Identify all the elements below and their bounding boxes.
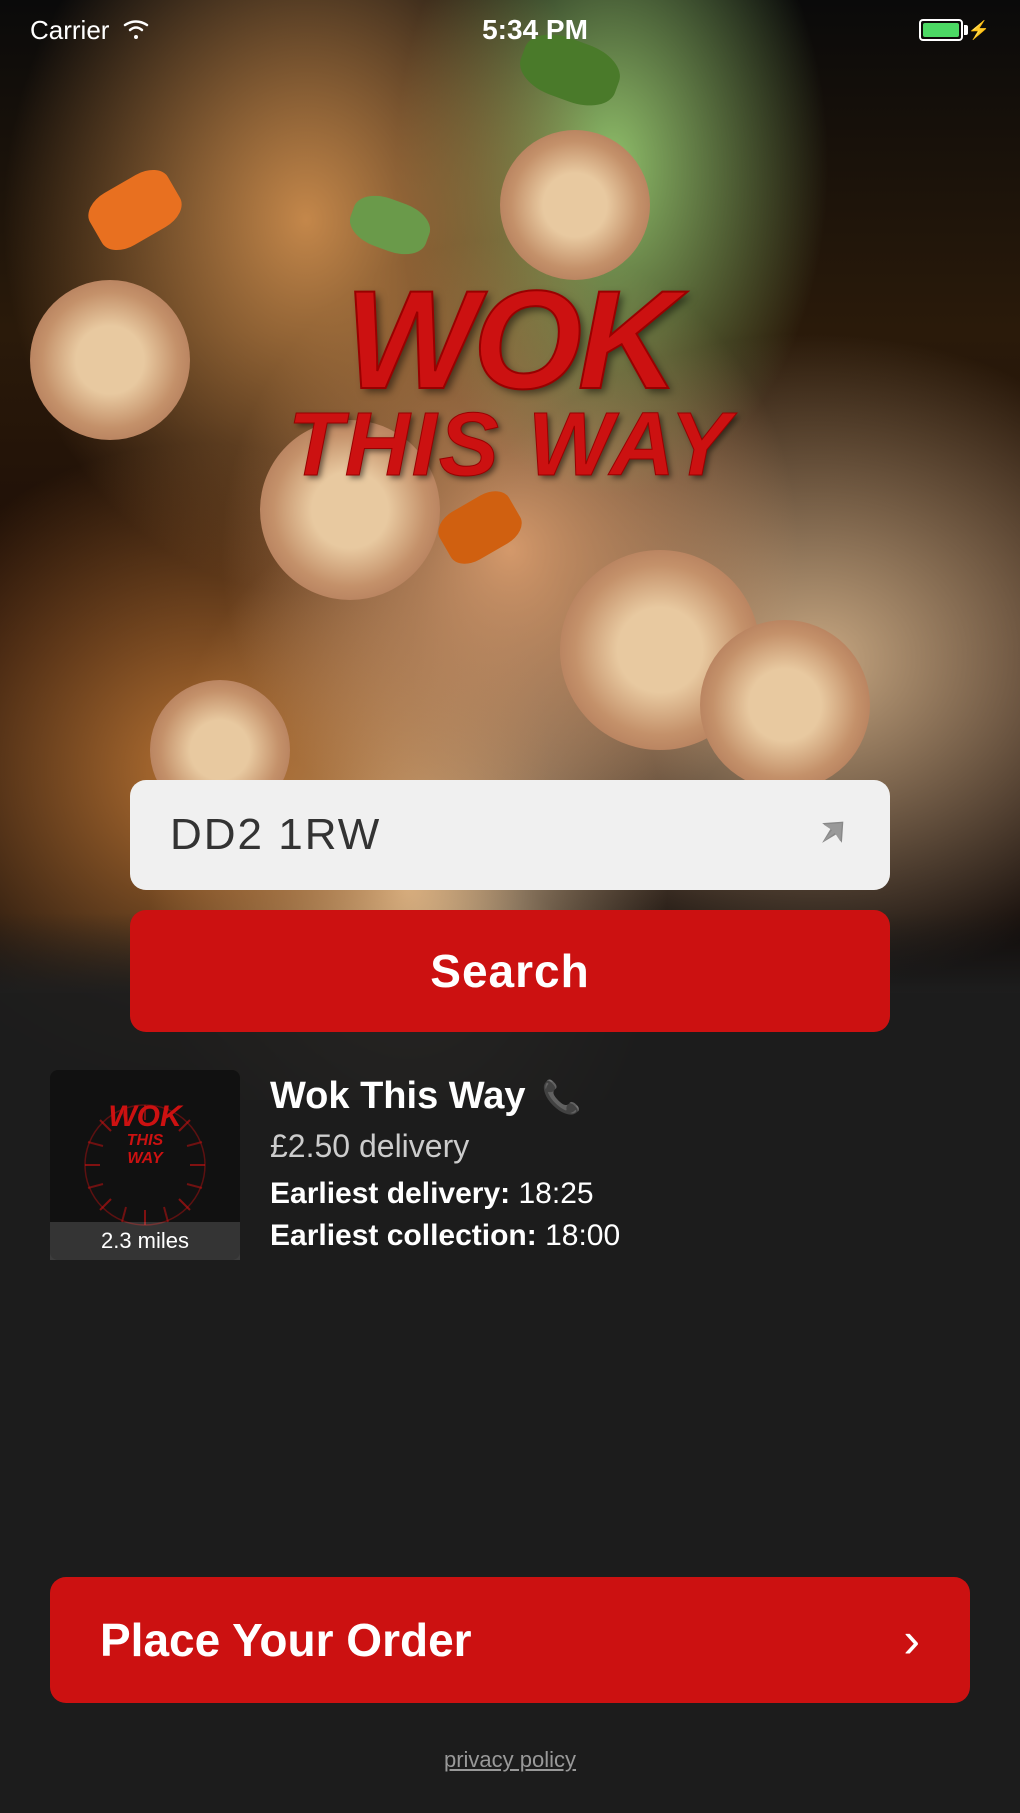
earliest-collection-row: Earliest collection: 18:00 (270, 1219, 970, 1253)
earliest-collection-label: Earliest collection: (270, 1219, 537, 1252)
restaurant-info: Wok This Way 📞 £2.50 delivery Earliest d… (270, 1070, 970, 1261)
place-order-label: Place Your Order (100, 1613, 472, 1667)
restaurant-name-row: Wok This Way 📞 (270, 1075, 970, 1118)
status-right: ⚡ (919, 19, 990, 41)
earliest-delivery-label: Earliest delivery: (270, 1177, 510, 1210)
search-area[interactable]: DD2 1RW Search (130, 780, 890, 1032)
delivery-fee: £2.50 delivery (270, 1128, 970, 1165)
privacy-policy: privacy policy (444, 1747, 576, 1773)
logo-wok-text: WOK (108, 1100, 181, 1134)
restaurant-name: Wok This Way (270, 1075, 525, 1118)
status-left: Carrier (30, 15, 151, 46)
location-arrow-icon (814, 815, 850, 856)
food-decoration (30, 280, 190, 440)
postcode-input[interactable]: DD2 1RW (170, 810, 381, 860)
brand-wok: WOK (288, 270, 732, 410)
privacy-policy-link[interactable]: privacy policy (444, 1747, 576, 1772)
food-decoration (700, 620, 870, 790)
earliest-collection-time: 18:00 (545, 1219, 620, 1252)
battery-fill (923, 23, 959, 37)
brand-this-way: THIS WAY (288, 400, 732, 490)
distance-badge: 2.3 miles (50, 1222, 240, 1260)
earliest-delivery-time: 18:25 (518, 1177, 593, 1210)
earliest-delivery-row: Earliest delivery: 18:25 (270, 1177, 970, 1211)
status-bar: Carrier 5:34 PM ⚡ (0, 0, 1020, 60)
battery-icon (919, 19, 963, 41)
carrier-label: Carrier (30, 15, 109, 46)
logo-this-text: THIS (127, 1132, 163, 1150)
food-decoration (500, 130, 650, 280)
place-order-button[interactable]: Place Your Order › (50, 1577, 970, 1703)
logo-way-text: WAY (127, 1150, 162, 1168)
bolt-icon: ⚡ (968, 20, 990, 41)
place-order-area[interactable]: Place Your Order › (50, 1577, 970, 1703)
status-time: 5:34 PM (482, 14, 588, 46)
brand-title: WOK THIS WAY (288, 270, 732, 490)
battery-container: ⚡ (919, 19, 990, 41)
postcode-input-wrapper[interactable]: DD2 1RW (130, 780, 890, 890)
wifi-icon (121, 15, 151, 46)
restaurant-logo-wrapper: WOK THIS WAY 2.3 miles (50, 1070, 240, 1260)
chevron-right-icon: › (903, 1611, 920, 1669)
restaurant-card: WOK THIS WAY 2.3 miles Wok This Way 📞 £2… (50, 1050, 970, 1281)
phone-icon[interactable]: 📞 (541, 1078, 581, 1116)
search-button[interactable]: Search (130, 910, 890, 1032)
